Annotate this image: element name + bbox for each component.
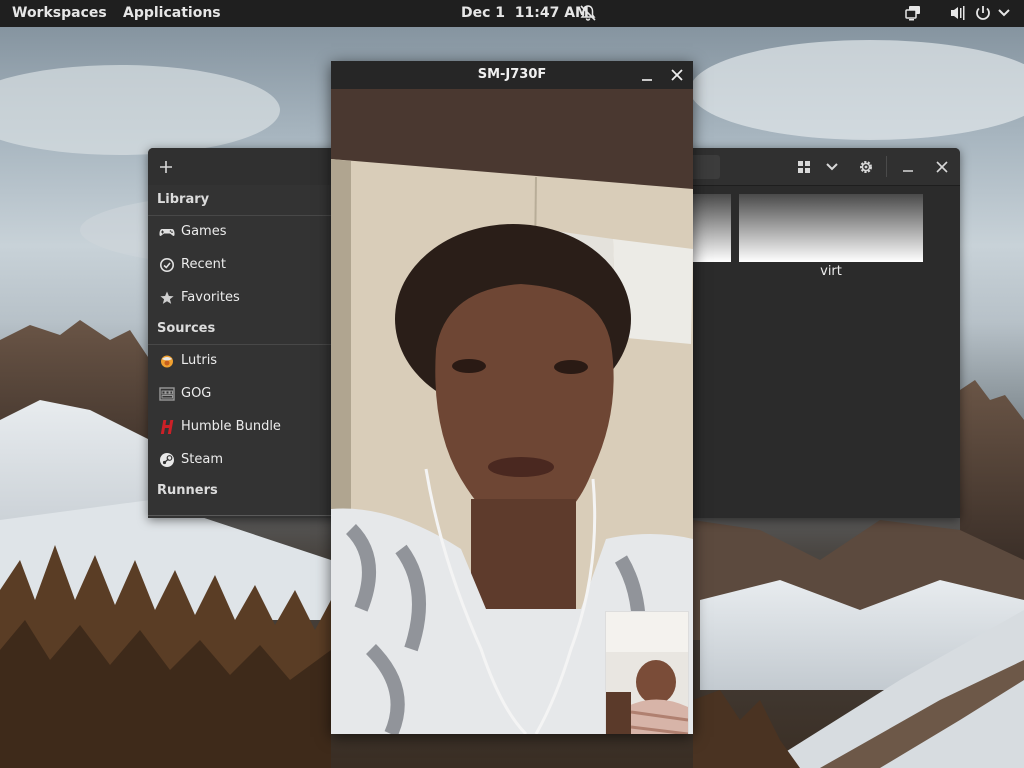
close-icon[interactable] [669, 67, 685, 83]
sidebar-item-label: GOG [181, 386, 212, 401]
audio-icon[interactable] [949, 4, 967, 22]
date-text: Dec 1 [461, 5, 506, 21]
library-header: Library [157, 192, 210, 207]
game-banner-virt[interactable] [739, 194, 923, 262]
game-banner[interactable] [693, 194, 731, 262]
sidebar-item-label: Humble Bundle [181, 419, 281, 434]
notifications-off-icon[interactable] [579, 4, 597, 22]
clock-icon [160, 258, 174, 272]
video-call-window: SM-J730F [331, 61, 693, 734]
applications-button[interactable]: Applications [123, 5, 221, 21]
plus-icon[interactable] [157, 158, 175, 176]
sidebar-item-label: Steam [181, 452, 223, 467]
remote-video-feed [331, 89, 693, 734]
view-options-chevron-icon[interactable] [823, 158, 841, 176]
minimize-icon[interactable] [639, 67, 655, 83]
workspaces-button[interactable]: Workspaces [12, 5, 107, 21]
star-icon [160, 291, 174, 304]
chevron-down-icon[interactable] [995, 4, 1013, 22]
runners-header: Runners [157, 483, 218, 498]
sources-header: Sources [157, 321, 216, 336]
sidebar-item-label: Recent [181, 257, 226, 272]
divider [148, 515, 331, 516]
header-divider [886, 156, 887, 177]
date-time-button[interactable]: Dec 1 11:47 AM [461, 5, 589, 21]
sidebar-item-favorites[interactable]: Favorites [148, 283, 331, 313]
grid-view-icon[interactable] [795, 158, 813, 176]
divider [148, 215, 331, 216]
gear-icon[interactable] [857, 158, 875, 176]
close-icon[interactable] [933, 158, 951, 176]
game-title[interactable]: virt [739, 264, 923, 279]
humble-bundle-icon [160, 420, 174, 434]
divider [148, 344, 331, 345]
power-icon[interactable] [974, 4, 992, 22]
sidebar-item-label: Games [181, 224, 227, 239]
video-window-titlebar[interactable]: SM-J730F [331, 61, 693, 89]
sidebar-item-humble-bundle[interactable]: Humble Bundle [148, 412, 331, 442]
gamepad-icon [159, 229, 175, 236]
gog-icon [159, 387, 175, 401]
sidebar-item-label: Favorites [181, 290, 240, 305]
sidebar-item-recent[interactable]: Recent [148, 250, 331, 280]
display-icon[interactable] [904, 4, 922, 22]
self-camera-image [606, 612, 688, 734]
time-text: 11:47 AM [514, 5, 589, 21]
sidebar-item-label: Lutris [181, 353, 218, 368]
lutris-sidebar: Library Games Recent Favorites Sources L… [148, 185, 331, 518]
self-view-preview[interactable] [605, 611, 689, 734]
sidebar-item-games[interactable]: Games [148, 217, 331, 247]
minimize-icon[interactable] [899, 158, 917, 176]
sidebar-item-gog[interactable]: GOG [148, 379, 331, 409]
sidebar-item-steam[interactable]: Steam [148, 445, 331, 475]
lutris-icon [161, 355, 173, 368]
sidebar-item-lutris[interactable]: Lutris [148, 346, 331, 376]
top-panel: Workspaces Applications Dec 1 11:47 AM [0, 0, 1024, 27]
steam-icon [160, 453, 174, 467]
